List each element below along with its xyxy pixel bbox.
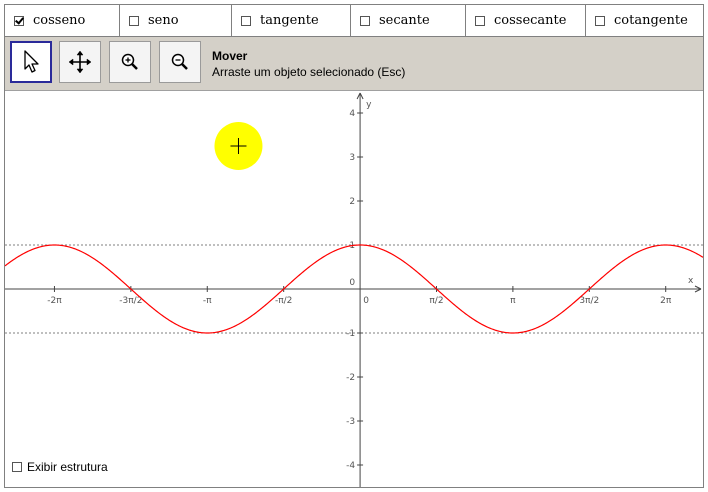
checkbox-label: cosseno <box>33 13 86 28</box>
x-tick-label: -3π/2 <box>119 296 142 306</box>
x-tick-label: 2π <box>660 296 672 306</box>
checkbox-label: seno <box>148 13 179 28</box>
checkbox-label: cotangente <box>614 13 688 28</box>
x-tick-label: -π <box>203 296 212 306</box>
checkbox-box[interactable] <box>475 15 485 26</box>
y-tick-label: 0 <box>349 278 355 288</box>
zoom-out-tool-button[interactable] <box>159 41 201 83</box>
x-tick-label: 3π/2 <box>579 296 599 306</box>
tool-title: Mover <box>212 49 248 63</box>
y-tick-label: 4 <box>349 109 355 119</box>
y-tick-label: -2 <box>346 373 355 383</box>
x-tick-label: -π/2 <box>275 296 292 306</box>
zoom-out-icon <box>171 53 188 70</box>
y-tick-label: -1 <box>346 329 355 339</box>
checkbox-label: cossecante <box>494 13 567 28</box>
checkbox-box[interactable] <box>360 15 370 26</box>
checkbox-seno[interactable]: seno <box>120 5 232 36</box>
move-arrows-icon <box>68 50 92 74</box>
checkbox-cosseno[interactable]: cosseno <box>5 5 120 36</box>
checkbox-label: secante <box>379 13 430 28</box>
zoom-in-tool-button[interactable] <box>109 41 151 83</box>
checkbox-box[interactable] <box>12 462 22 472</box>
graphics-view[interactable]: xy -2π -3π/2 -π -π/2 0 π/2 π 3π/2 2π 4 3 2 1 0 -1 -2 -3-… <box>5 91 703 487</box>
y-tick-label: -3 <box>346 417 355 427</box>
tool-help-text: Arraste um objeto selecionado (Esc) <box>212 65 406 79</box>
x-tick-label: π/2 <box>429 296 443 306</box>
y-tick-label: 3 <box>349 153 355 163</box>
arrow-cursor-icon <box>24 50 39 73</box>
move-view-tool-button[interactable] <box>59 41 101 83</box>
y-tick-label: 2 <box>349 197 355 207</box>
checkbox-tangente[interactable]: tangente <box>232 5 351 36</box>
y-axis-label: y <box>366 100 372 110</box>
exibir-estrutura-label: Exibir estrutura <box>27 460 108 474</box>
checkbox-cotangente[interactable]: cotangente <box>586 5 703 36</box>
applet-frame: cosseno seno tangente secante cossecante… <box>4 4 704 488</box>
checkbox-box[interactable] <box>14 15 24 26</box>
x-tick-label: -2π <box>47 296 62 306</box>
graph-canvas[interactable]: xy -2π -3π/2 -π -π/2 0 π/2 π 3π/2 2π43210-1-2-3-… <box>5 91 703 487</box>
checkbox-label: tangente <box>260 13 319 28</box>
x-tick-label: π <box>510 296 516 306</box>
checkbox-box[interactable] <box>595 15 605 26</box>
checkbox-secante[interactable]: secante <box>351 5 466 36</box>
toolbar: Mover Arraste um objeto selecionado (Esc… <box>5 37 703 91</box>
checkbox-cossecante[interactable]: cossecante <box>466 5 586 36</box>
exibir-estrutura-checkbox[interactable]: Exibir estrutura <box>12 460 108 474</box>
function-selector-bar: cosseno seno tangente secante cossecante… <box>5 5 703 37</box>
move-tool-button[interactable] <box>10 41 52 83</box>
checkbox-box[interactable] <box>129 15 139 26</box>
checkbox-box[interactable] <box>241 15 251 26</box>
zoom-in-icon <box>121 53 138 70</box>
point-marker[interactable] <box>214 122 263 170</box>
x-axis-label: x <box>688 276 694 286</box>
y-tick-label: -4 <box>346 461 355 471</box>
x-tick-label: 0 <box>363 296 369 306</box>
